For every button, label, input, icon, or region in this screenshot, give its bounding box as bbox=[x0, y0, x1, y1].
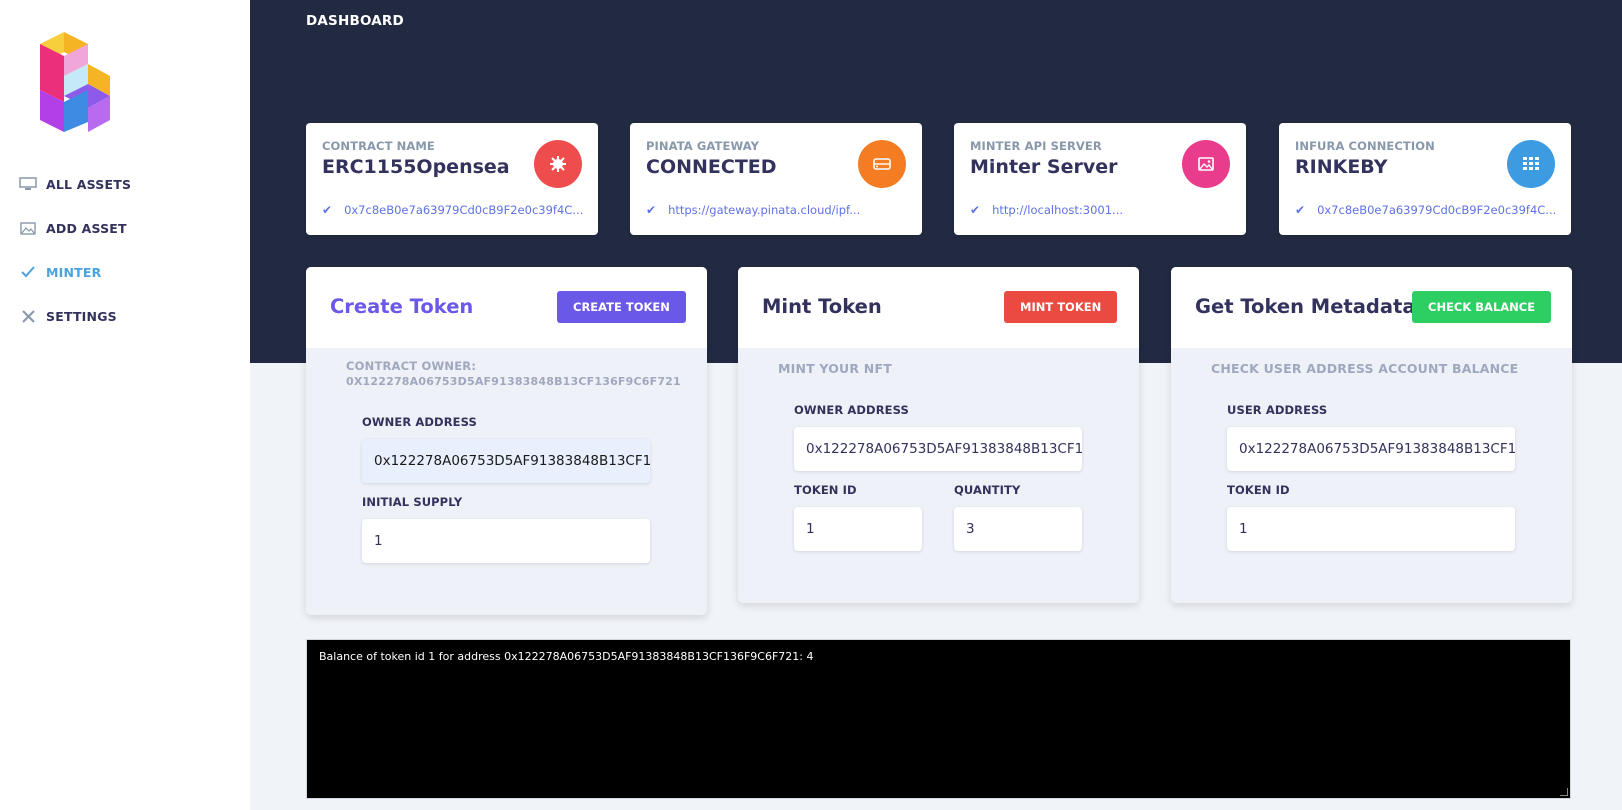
token-id-input[interactable]: 1 bbox=[794, 507, 922, 551]
grid-icon bbox=[1507, 140, 1555, 188]
stat-footer-text: 0x7c8eB0e7a63979Cd0cB9F2e0c39f4C... bbox=[344, 203, 582, 217]
stat-label: INFURA CONNECTION bbox=[1295, 139, 1435, 153]
quantity-input[interactable]: 3 bbox=[954, 507, 1082, 551]
owner-address-input[interactable]: 0x122278A06753D5AF91383848B13CF13 bbox=[362, 439, 650, 483]
mint-owner-address-input[interactable]: 0x122278A06753D5AF91383848B13CF13 bbox=[794, 427, 1082, 471]
mint-subtitle: MINT YOUR NFT bbox=[778, 361, 892, 376]
check-icon: ✔ bbox=[646, 203, 657, 217]
initial-supply-input[interactable]: 1 bbox=[362, 519, 650, 563]
stat-card-pinata: PINATA GATEWAY CONNECTED ✔ https://gatew… bbox=[630, 123, 922, 235]
stat-value: Minter Server bbox=[970, 156, 1118, 178]
check-icon bbox=[18, 264, 38, 280]
sidebar-item-label: ALL ASSETS bbox=[46, 176, 132, 192]
user-address-label: USER ADDRESS bbox=[1227, 403, 1328, 417]
sidebar-item-settings[interactable]: SETTINGS bbox=[18, 308, 117, 324]
quantity-label: QUANTITY bbox=[954, 483, 1021, 497]
panel-header: Create Token CREATE TOKEN bbox=[306, 267, 707, 348]
page-title: DASHBOARD bbox=[306, 13, 404, 29]
stat-label: CONTRACT NAME bbox=[322, 139, 435, 153]
stat-footer: ✔ http://localhost:3001... bbox=[970, 203, 1230, 217]
stat-footer-text: 0x7c8eB0e7a63979Cd0cB9F2e0c39f4C... bbox=[1317, 203, 1555, 217]
mint-token-button[interactable]: MINT TOKEN bbox=[1004, 291, 1118, 323]
console-text: Balance of token id 1 for address 0x1222… bbox=[319, 650, 814, 663]
monitor-icon bbox=[18, 176, 38, 192]
owner-address-label: OWNER ADDRESS bbox=[362, 415, 477, 429]
sidebar-item-label: ADD ASSET bbox=[46, 220, 127, 236]
sidebar: ALL ASSETS ADD ASSET MINTER SETTINGS bbox=[0, 0, 250, 810]
stat-value: ERC1155Opensea bbox=[322, 156, 510, 178]
token-id-label: TOKEN ID bbox=[1227, 483, 1290, 497]
token-metadata-panel: Get Token Metadata CHECK BALANCE CHECK U… bbox=[1171, 267, 1572, 603]
owner-address-label: OWNER ADDRESS bbox=[794, 403, 909, 417]
create-token-panel: Create Token CREATE TOKEN CONTRACT OWNER… bbox=[306, 267, 707, 615]
create-token-title: Create Token bbox=[330, 295, 474, 318]
contract-owner-caption: CONTRACT OWNER: bbox=[346, 359, 477, 373]
gear-icon bbox=[534, 140, 582, 188]
initial-supply-label: INITIAL SUPPLY bbox=[362, 495, 463, 509]
console-output[interactable]: Balance of token id 1 for address 0x1222… bbox=[306, 639, 1571, 799]
token-metadata-title: Get Token Metadata bbox=[1195, 295, 1416, 318]
sidebar-item-minter[interactable]: MINTER bbox=[18, 264, 101, 280]
sidebar-item-label: SETTINGS bbox=[46, 308, 117, 324]
contract-owner-value: 0X122278A06753D5AF91383848B13CF136F9C6F7… bbox=[346, 375, 681, 388]
tools-icon bbox=[18, 308, 38, 324]
stat-value: RINKEBY bbox=[1295, 156, 1388, 178]
metadata-subtitle: CHECK USER ADDRESS ACCOUNT BALANCE bbox=[1211, 361, 1519, 376]
stat-label: PINATA GATEWAY bbox=[646, 139, 760, 153]
stat-value: CONNECTED bbox=[646, 156, 777, 178]
cube-logo-icon[interactable] bbox=[40, 32, 116, 134]
stat-footer: ✔ https://gateway.pinata.cloud/ipf... bbox=[646, 203, 906, 217]
panel-header: Get Token Metadata CHECK BALANCE bbox=[1171, 267, 1572, 348]
mint-token-title: Mint Token bbox=[762, 295, 882, 318]
sidebar-item-label: MINTER bbox=[46, 264, 102, 280]
check-icon: ✔ bbox=[1295, 203, 1306, 217]
server-icon bbox=[858, 140, 906, 188]
stat-label: MINTER API SERVER bbox=[970, 139, 1102, 153]
token-id-label: TOKEN ID bbox=[794, 483, 857, 497]
check-balance-button[interactable]: CHECK BALANCE bbox=[1412, 291, 1552, 323]
stat-footer: ✔ 0x7c8eB0e7a63979Cd0cB9F2e0c39f4C... bbox=[1295, 203, 1555, 217]
picture-icon bbox=[1182, 140, 1230, 188]
sidebar-item-add-asset[interactable]: ADD ASSET bbox=[18, 220, 127, 236]
create-token-button[interactable]: CREATE TOKEN bbox=[557, 291, 686, 323]
stat-footer-text: https://gateway.pinata.cloud/ipf... bbox=[668, 203, 861, 217]
check-icon: ✔ bbox=[970, 203, 981, 217]
stat-card-infura: INFURA CONNECTION RINKEBY ✔ 0x7c8eB0e7a6… bbox=[1279, 123, 1571, 235]
sidebar-item-all-assets[interactable]: ALL ASSETS bbox=[18, 176, 131, 192]
metadata-token-id-input[interactable]: 1 bbox=[1227, 507, 1515, 551]
stat-footer: ✔ 0x7c8eB0e7a63979Cd0cB9F2e0c39f4C... bbox=[322, 203, 582, 217]
check-icon: ✔ bbox=[322, 203, 333, 217]
stat-card-minter-api: MINTER API SERVER Minter Server ✔ http:/… bbox=[954, 123, 1246, 235]
resize-handle-icon[interactable] bbox=[1560, 788, 1568, 796]
panel-header: Mint Token MINT TOKEN bbox=[738, 267, 1139, 348]
user-address-input[interactable]: 0x122278A06753D5AF91383848B13CF13 bbox=[1227, 427, 1515, 471]
image-icon bbox=[18, 220, 38, 236]
mint-token-panel: Mint Token MINT TOKEN MINT YOUR NFT OWNE… bbox=[738, 267, 1139, 603]
stat-footer-text: http://localhost:3001... bbox=[992, 203, 1124, 217]
stat-card-contract: CONTRACT NAME ERC1155Opensea ✔ 0x7c8eB0e… bbox=[306, 123, 598, 235]
